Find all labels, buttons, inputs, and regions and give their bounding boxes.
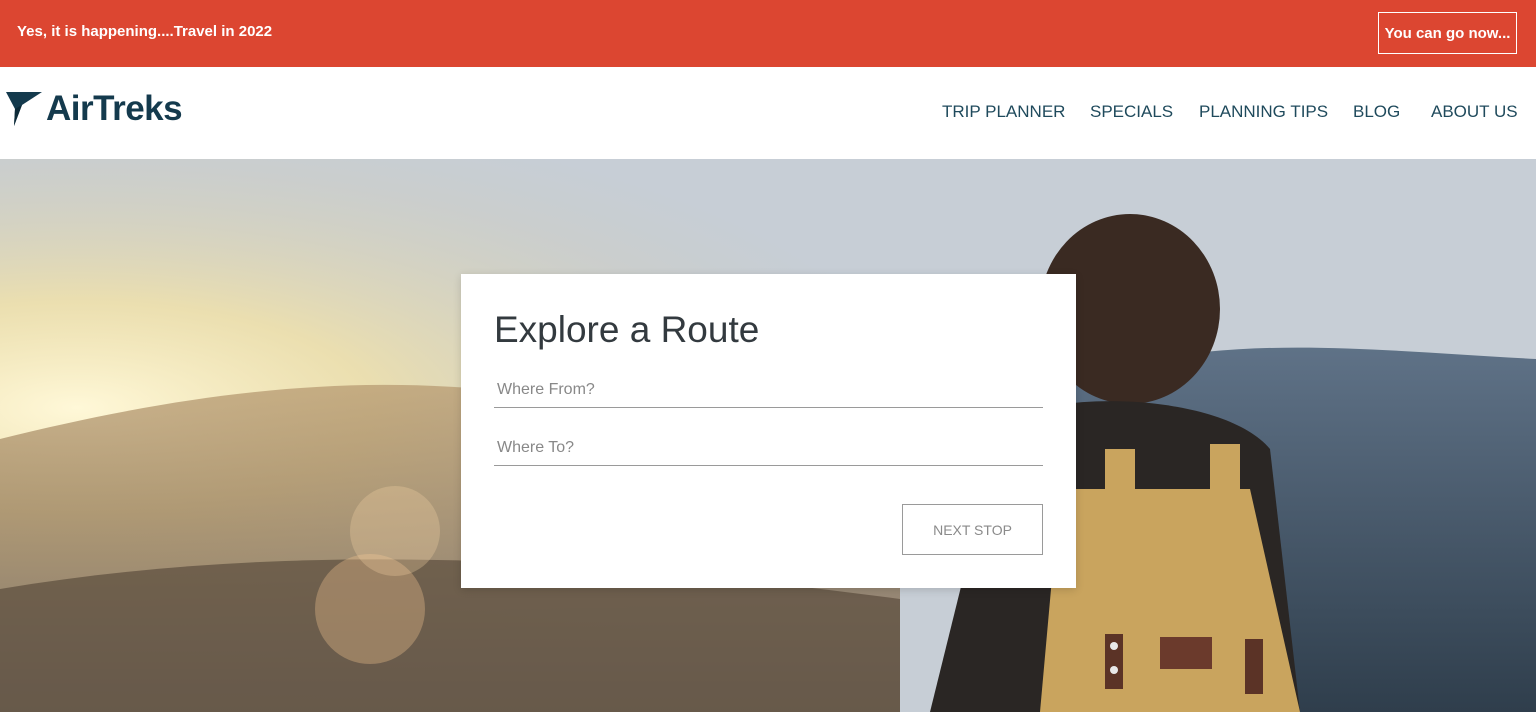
- hero-image: Explore a Route NEXT STOP: [0, 159, 1536, 712]
- banner-message: Yes, it is happening....Travel in 2022: [17, 23, 273, 40]
- main-nav: TRIP PLANNER SPECIALS PLANNING TIPS BLOG…: [0, 102, 1536, 126]
- next-stop-button[interactable]: NEXT STOP: [902, 504, 1043, 555]
- site-header: AirTreks TRIP PLANNER SPECIALS PLANNING …: [0, 67, 1536, 159]
- you-can-go-now-button[interactable]: You can go now...: [1378, 12, 1517, 54]
- nav-blog[interactable]: BLOG: [1353, 102, 1400, 122]
- explore-route-card: Explore a Route NEXT STOP: [461, 274, 1076, 588]
- nav-about-us[interactable]: ABOUT US: [1431, 102, 1518, 122]
- announcement-banner: Yes, it is happening....Travel in 2022 Y…: [0, 0, 1536, 67]
- nav-specials[interactable]: SPECIALS: [1090, 102, 1173, 122]
- card-title: Explore a Route: [494, 309, 760, 350]
- nav-planning-tips[interactable]: PLANNING TIPS: [1199, 102, 1328, 122]
- where-to-input[interactable]: [494, 430, 1043, 466]
- nav-trip-planner[interactable]: TRIP PLANNER: [942, 102, 1065, 122]
- where-from-input[interactable]: [494, 372, 1043, 408]
